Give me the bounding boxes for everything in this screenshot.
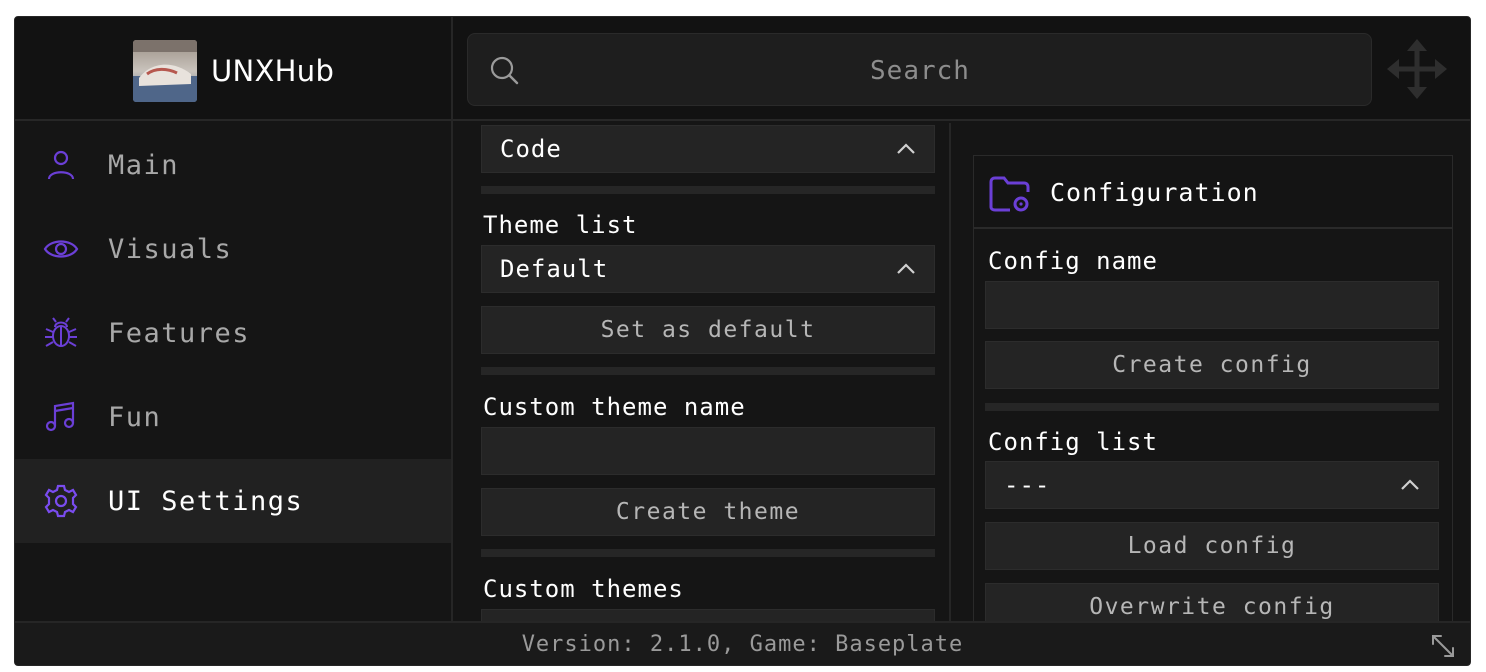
create-theme-button[interactable]: Create theme <box>481 488 935 536</box>
load-config-button[interactable]: Load config <box>985 522 1439 570</box>
user-icon <box>47 150 75 180</box>
eye-icon <box>43 240 79 258</box>
font-dropdown[interactable]: Code <box>481 125 935 173</box>
sidebar-item-main[interactable]: Main <box>15 123 451 207</box>
sidebar-item-label: Main <box>108 149 180 181</box>
version-text: Version: 2.1.0, Game: Baseplate <box>521 632 964 657</box>
sidebar-item-label: Fun <box>108 401 162 433</box>
theme-list-dropdown[interactable]: Default <box>481 245 935 293</box>
custom-theme-name-input[interactable] <box>481 427 935 475</box>
footer: Version: 2.1.0, Game: Baseplate <box>15 621 1470 665</box>
theme-list-label: Theme list <box>483 211 638 239</box>
theme-panel: Code Theme list Default Set as default C… <box>455 123 947 621</box>
folder-settings-icon <box>989 176 1030 212</box>
sidebar-item-fun[interactable]: Fun <box>15 375 451 459</box>
resize-icon[interactable] <box>1430 633 1456 659</box>
bug-icon <box>45 317 77 347</box>
gear-icon <box>44 484 78 518</box>
config-list-value: --- <box>1004 471 1051 499</box>
theme-list-value: Default <box>500 255 609 283</box>
config-panel: Configuration Config name Create config … <box>949 123 1470 621</box>
sidebar-item-features[interactable]: Features <box>15 291 451 375</box>
sidebar-item-label: Features <box>108 317 251 349</box>
sidebar-item-ui-settings[interactable]: UI Settings <box>15 459 451 543</box>
divider <box>481 186 935 194</box>
chevron-up-icon <box>897 143 915 154</box>
set-as-default-button[interactable]: Set as default <box>481 306 935 354</box>
custom-themes-label: Custom themes <box>483 575 684 603</box>
config-name-input[interactable] <box>985 281 1439 329</box>
sidebar-item-label: UI Settings <box>108 485 304 517</box>
config-list-label: Config list <box>988 428 1158 456</box>
font-dropdown-value: Code <box>500 135 562 163</box>
search-input[interactable] <box>528 34 1312 107</box>
header: UNXHub <box>15 17 1470 121</box>
search-icon <box>490 56 519 85</box>
config-header: Configuration <box>973 155 1453 229</box>
app-window: UNXHub Search Main Visuals Features Fun … <box>14 16 1471 666</box>
search-bar[interactable] <box>467 33 1372 107</box>
sidebar-item-label: Visuals <box>108 233 233 265</box>
sidebar-divider <box>451 17 453 621</box>
create-config-button[interactable]: Create config <box>985 341 1439 389</box>
brand: UNXHub <box>133 39 334 103</box>
custom-themes-dropdown[interactable] <box>481 609 935 621</box>
overwrite-config-button[interactable]: Overwrite config <box>985 583 1439 621</box>
config-title: Configuration <box>1050 178 1259 207</box>
chevron-up-icon <box>897 263 915 274</box>
app-name: UNXHub <box>211 54 335 88</box>
custom-theme-name-label: Custom theme name <box>483 393 746 421</box>
app-logo <box>133 40 197 102</box>
config-name-label: Config name <box>988 247 1158 275</box>
sidebar: Main Visuals Features Fun UI Settings <box>15 121 451 621</box>
move-icon[interactable] <box>1387 39 1447 99</box>
music-note-icon <box>45 401 75 432</box>
divider <box>481 367 935 375</box>
chevron-up-icon <box>1401 479 1419 490</box>
sidebar-item-visuals[interactable]: Visuals <box>15 207 451 291</box>
config-list-dropdown[interactable]: --- <box>985 461 1439 509</box>
divider <box>985 403 1439 411</box>
divider <box>481 549 935 557</box>
